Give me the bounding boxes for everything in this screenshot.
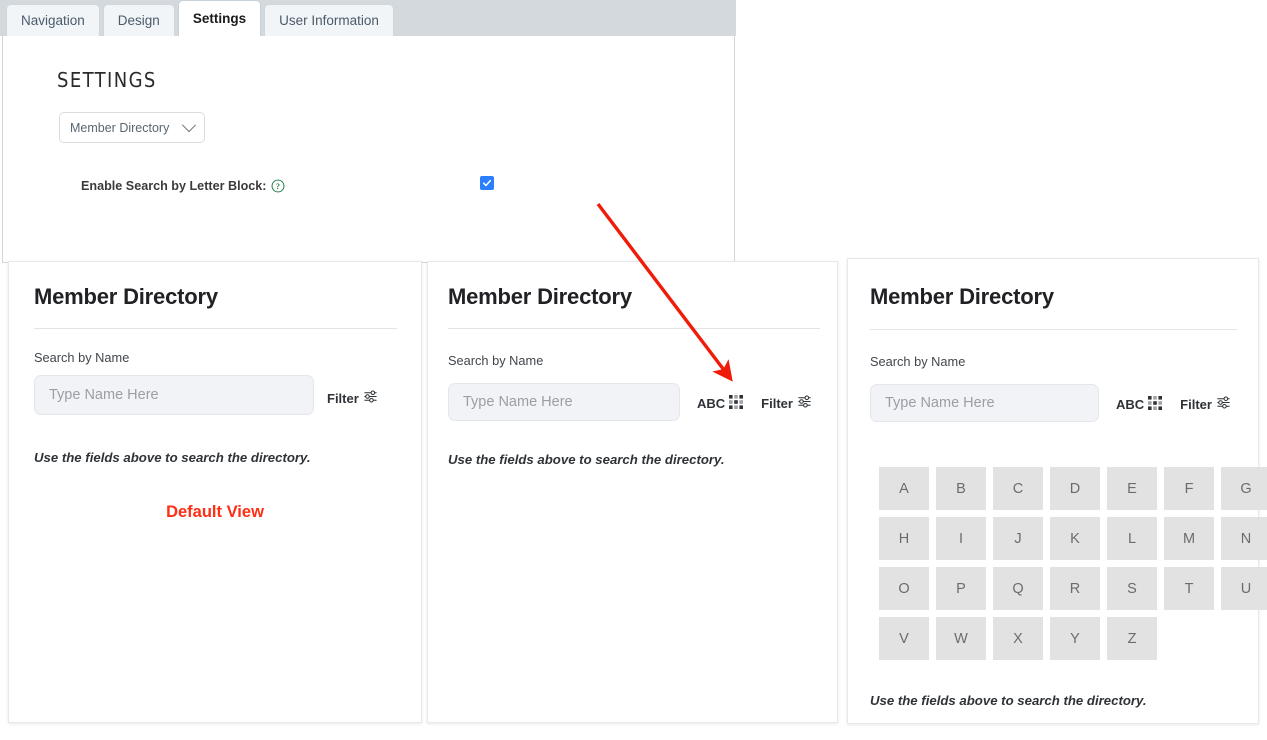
module-select[interactable]: Member Directory <box>59 112 205 143</box>
search-field-label: Search by Name <box>34 350 130 365</box>
screenshot-root: Navigation Design Settings User Informat… <box>0 0 1267 740</box>
tab-settings[interactable]: Settings <box>177 0 262 36</box>
letter-cell-v[interactable]: V <box>879 617 929 660</box>
enable-letter-block-checkbox[interactable] <box>480 176 494 190</box>
letter-cell-c[interactable]: C <box>993 467 1043 510</box>
abc-letter-block-button[interactable]: ABC <box>1116 395 1163 413</box>
setting-label-text: Enable Search by Letter Block: <box>81 179 267 193</box>
letter-cell-i[interactable]: I <box>936 517 986 560</box>
title-divider <box>34 328 397 329</box>
module-select-value: Member Directory <box>70 120 170 135</box>
letter-cell-m[interactable]: M <box>1164 517 1214 560</box>
filter-button[interactable]: Filter <box>1180 395 1231 413</box>
search-field-label: Search by Name <box>448 353 544 368</box>
title-divider <box>448 328 820 329</box>
letter-cell-x[interactable]: X <box>993 617 1043 660</box>
preview-panel-abc-toggle: Member Directory Search by Name Type Nam… <box>427 261 838 723</box>
letter-cell-g[interactable]: G <box>1221 467 1267 510</box>
letter-cell-k[interactable]: K <box>1050 517 1100 560</box>
search-actions: ABC Filter <box>697 394 812 412</box>
search-input[interactable]: Type Name Here <box>870 384 1099 422</box>
preview-panel-letter-block: Member Directory Search by Name Type Nam… <box>847 258 1267 724</box>
tab-label: Navigation <box>21 13 85 28</box>
filter-label: Filter <box>1180 396 1212 412</box>
letter-cell-e[interactable]: E <box>1107 467 1157 510</box>
search-input-placeholder: Type Name Here <box>885 395 995 411</box>
letter-cell-p[interactable]: P <box>936 567 986 610</box>
letter-cell-f[interactable]: F <box>1164 467 1214 510</box>
abc-grid-icon <box>729 394 744 412</box>
abc-label: ABC <box>697 395 726 411</box>
letter-cell-d[interactable]: D <box>1050 467 1100 510</box>
page-title: Member Directory <box>448 284 632 309</box>
search-hint: Use the fields above to search the direc… <box>34 450 311 465</box>
search-input-placeholder: Type Name Here <box>463 394 573 410</box>
settings-panel: SETTINGS Member Directory Enable Search … <box>2 36 735 263</box>
tab-label: Settings <box>192 11 247 26</box>
abc-grid-icon <box>1148 395 1163 413</box>
tab-navigation[interactable]: Navigation <box>6 4 100 36</box>
search-input[interactable]: Type Name Here <box>448 383 680 421</box>
title-divider <box>870 329 1237 330</box>
filter-button[interactable]: Filter <box>761 394 812 412</box>
letter-cell-j[interactable]: J <box>993 517 1043 560</box>
letter-cell-h[interactable]: H <box>879 517 929 560</box>
abc-letter-block-button[interactable]: ABC <box>697 394 744 412</box>
search-hint: Use the fields above to search the direc… <box>448 452 725 467</box>
tab-label: User Information <box>279 13 379 28</box>
letter-cell-s[interactable]: S <box>1107 567 1157 610</box>
filter-label: Filter <box>761 395 793 411</box>
letter-cell-t[interactable]: T <box>1164 567 1214 610</box>
search-input-placeholder: Type Name Here <box>49 387 159 403</box>
letter-cell-z[interactable]: Z <box>1107 617 1157 660</box>
letter-cell-u[interactable]: U <box>1221 567 1267 610</box>
letter-cell-o[interactable]: O <box>879 567 929 610</box>
search-actions: Filter <box>327 389 378 407</box>
search-input[interactable]: Type Name Here <box>34 375 314 415</box>
search-actions: ABC Filter <box>1116 395 1231 413</box>
letter-cell-n[interactable]: N <box>1221 517 1267 560</box>
abc-label: ABC <box>1116 396 1145 412</box>
filter-button[interactable]: Filter <box>327 389 378 407</box>
question-circle-icon[interactable]: ? <box>271 179 285 193</box>
tab-strip: Navigation Design Settings User Informat… <box>0 0 736 36</box>
letter-cell-q[interactable]: Q <box>993 567 1043 610</box>
letter-cell-a[interactable]: A <box>879 467 929 510</box>
tab-user-information[interactable]: User Information <box>264 4 394 36</box>
filter-sliders-icon <box>363 389 378 407</box>
filter-sliders-icon <box>797 394 812 412</box>
search-field-label: Search by Name <box>870 354 966 369</box>
search-hint: Use the fields above to search the direc… <box>870 693 1147 708</box>
svg-text:?: ? <box>277 182 281 191</box>
page-title: Member Directory <box>870 284 1054 309</box>
letter-cell-y[interactable]: Y <box>1050 617 1100 660</box>
letter-cell-b[interactable]: B <box>936 467 986 510</box>
tab-label: Design <box>117 13 160 28</box>
letter-cell-l[interactable]: L <box>1107 517 1157 560</box>
letter-block-grid: ABCDEFG HIJKLMN OPQRSTU VWXYZ <box>879 467 1267 660</box>
letter-cell-r[interactable]: R <box>1050 567 1100 610</box>
setting-row-letter-block: Enable Search by Letter Block: ? <box>3 176 734 206</box>
setting-label-wrapper: Enable Search by Letter Block: ? <box>81 179 285 193</box>
tab-design[interactable]: Design <box>102 4 175 36</box>
letter-cell-w[interactable]: W <box>936 617 986 660</box>
chevron-down-icon <box>181 117 197 132</box>
filter-sliders-icon <box>1216 395 1231 413</box>
settings-heading: SETTINGS <box>57 68 157 92</box>
preview-panel-default: Member Directory Search by Name Type Nam… <box>8 261 422 723</box>
default-view-annotation: Default View <box>166 503 264 521</box>
filter-label: Filter <box>327 390 359 406</box>
page-title: Member Directory <box>34 284 218 309</box>
